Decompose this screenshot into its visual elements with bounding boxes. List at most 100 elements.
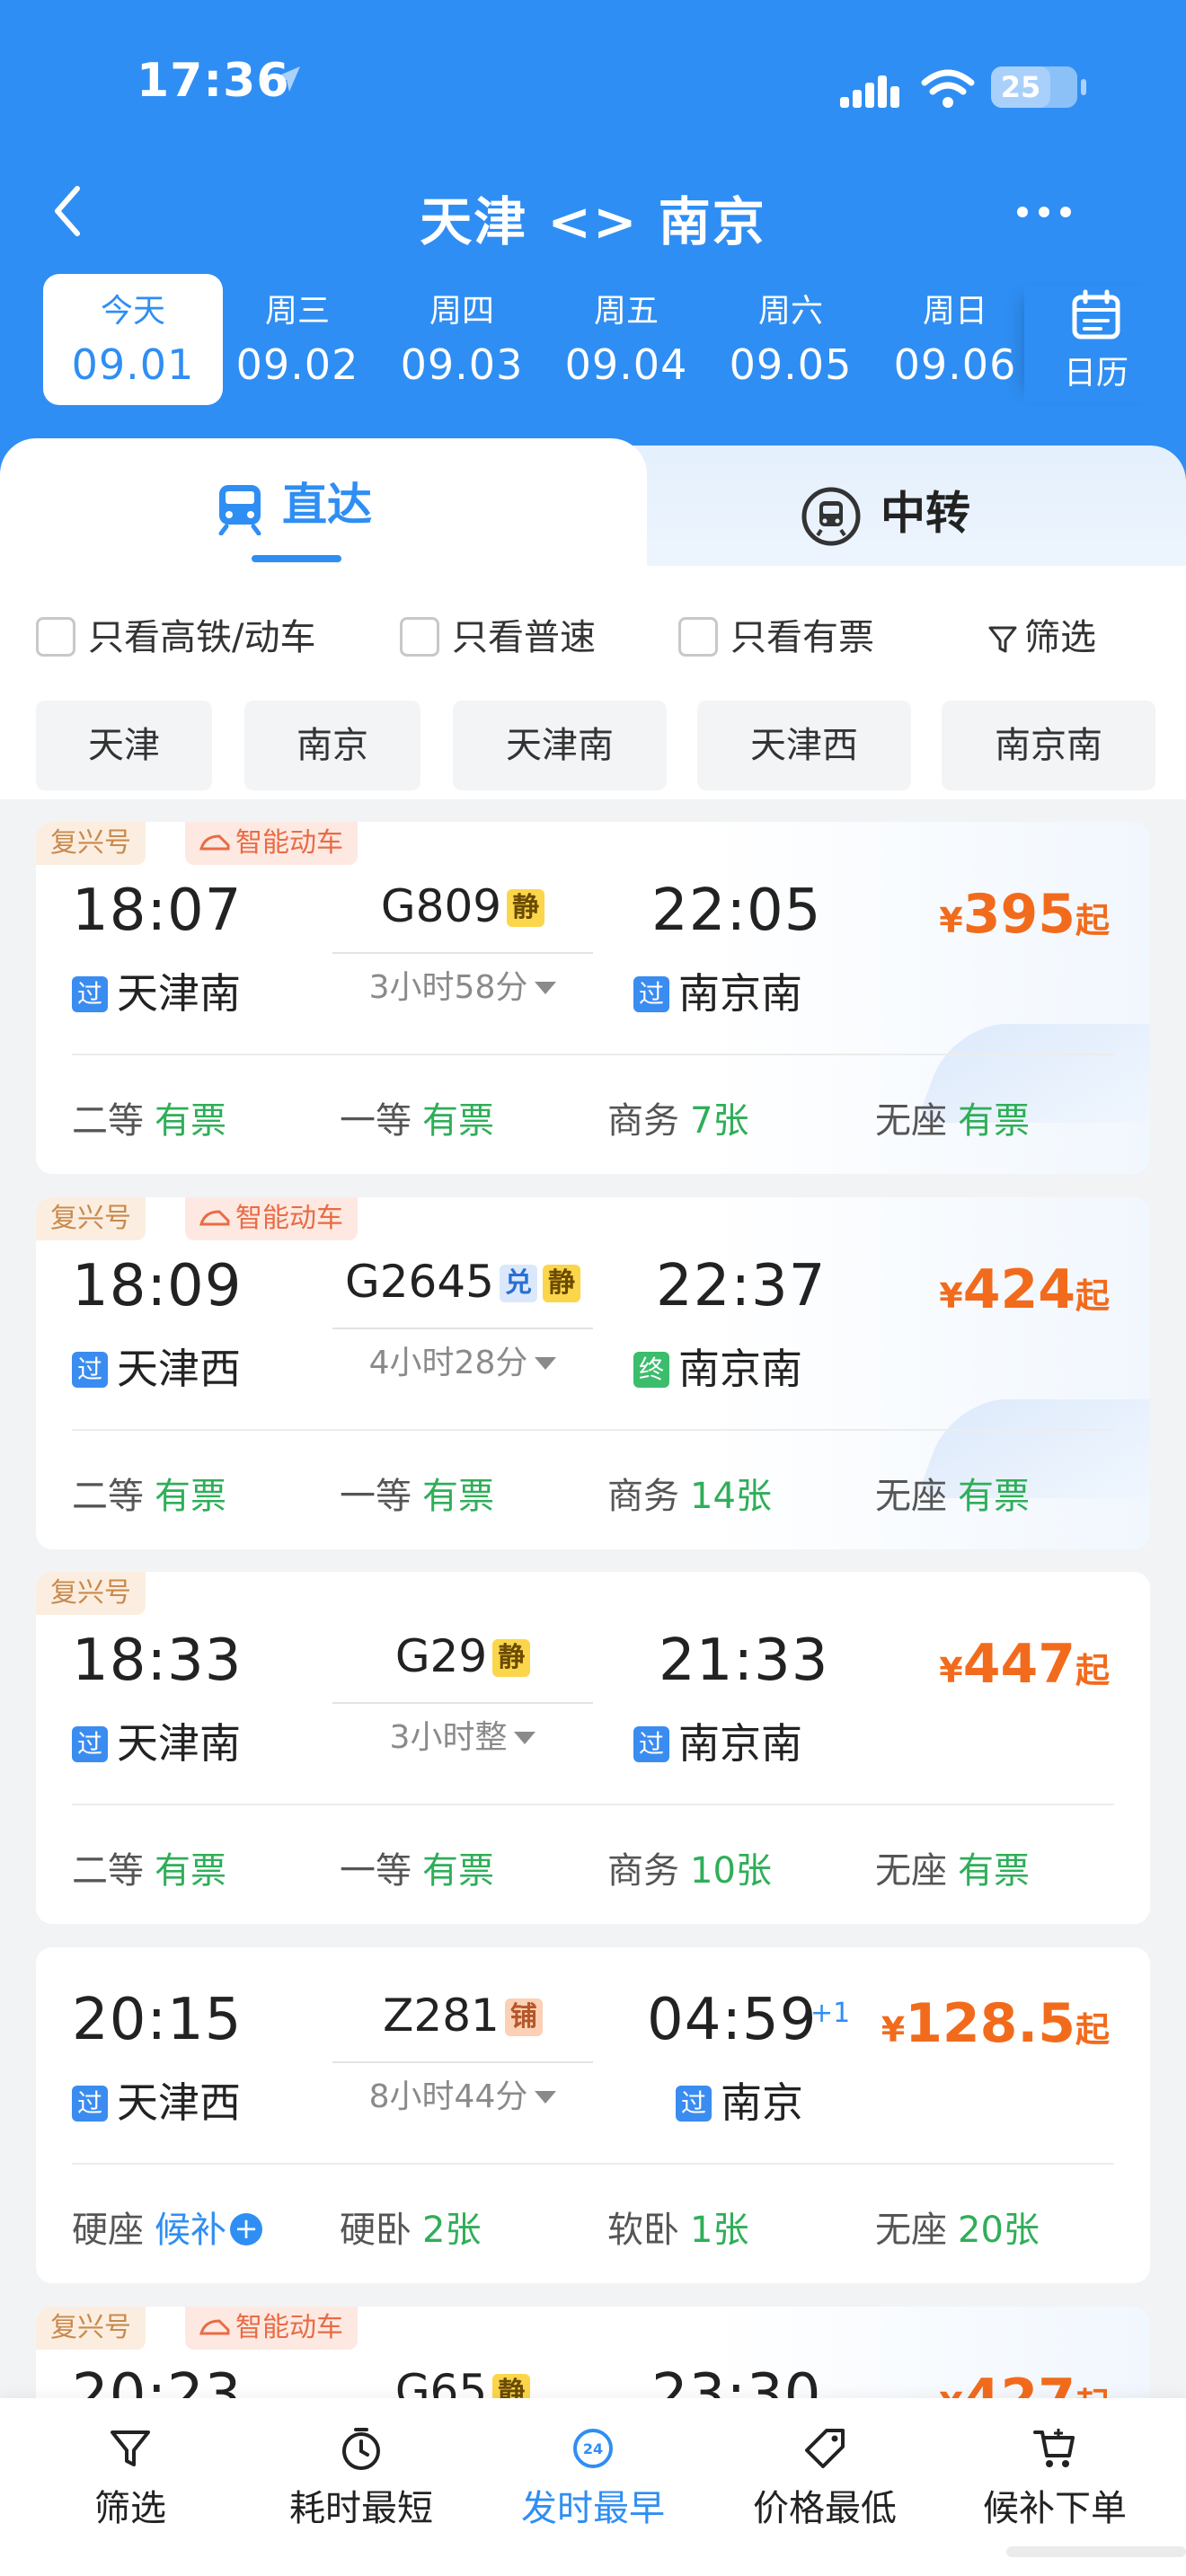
arrival-station: 过南京	[676, 2070, 803, 2130]
status-time: 17:36	[137, 54, 290, 108]
arrival-time: 21:33	[659, 1628, 829, 1694]
date-item[interactable]: 周三 09.02	[208, 274, 387, 405]
bottom-filter-label: 筛选	[94, 2488, 166, 2529]
seat-class: 商务	[607, 1850, 679, 1892]
normal-only-label: 只看普速	[452, 617, 596, 658]
arrival-time: 04:59	[647, 1987, 818, 2053]
header-bar: 17:36 25 天津 <> 南京 今天 09.01 周三 09.02 周四 0…	[0, 0, 1186, 503]
date-item-today[interactable]: 今天 09.01	[43, 274, 223, 405]
seat-info: 一等 有票	[340, 1841, 494, 1893]
sort-earliest-button[interactable]: 24 发时最早	[494, 2425, 692, 2531]
smart-emu-label: 智能动车	[235, 2312, 343, 2343]
station-chip[interactable]: 天津南	[453, 701, 667, 790]
page-title: 天津 <> 南京	[420, 191, 766, 252]
seat-info[interactable]: 硬座 候补 +	[72, 2201, 262, 2253]
seat-class: 无座	[875, 1850, 947, 1892]
calendar-button[interactable]: 日历	[1024, 286, 1168, 402]
train-card[interactable]: 20:15 Z281 铺 8小时44分 04:59 +1 ¥128.5起 过天津西…	[36, 1947, 1150, 2283]
more-icon[interactable]	[1015, 205, 1073, 219]
seat-info: 无座 20张	[875, 2201, 1040, 2253]
departure-time: 18:33	[72, 1628, 243, 1694]
caret-down-icon	[535, 1357, 557, 1370]
caret-down-icon	[514, 1732, 536, 1744]
station-name: 南京南	[678, 1719, 802, 1768]
date-value: 09.05	[729, 340, 853, 389]
date-item[interactable]: 周五 09.04	[536, 274, 716, 405]
currency-symbol: ¥	[939, 1276, 963, 1316]
bottom-filter-button[interactable]: 筛选	[31, 2425, 229, 2531]
seat-availability: 有票	[422, 1476, 494, 1517]
departure-time: 18:09	[72, 1253, 243, 1319]
departure-time: 18:07	[72, 878, 243, 944]
divider	[72, 1804, 1114, 1805]
sort-shortest-button[interactable]: 耗时最短	[262, 2425, 460, 2531]
train-card[interactable]: 复兴号 智能动车 18:09 G2645 兑静 4小时28分 22:37 ¥424…	[36, 1197, 1150, 1549]
station-name: 南京南	[678, 969, 802, 1018]
duration-text: 3小时58分	[368, 969, 528, 1006]
seat-class: 二等	[72, 1100, 144, 1142]
station-chip[interactable]: 南京	[244, 701, 420, 790]
tab-transfer[interactable]: 中转	[575, 446, 1186, 573]
duration[interactable]: 4小时28分	[332, 1328, 593, 1383]
hs-only-checkbox[interactable]: 只看高铁/动车	[36, 611, 315, 665]
seat-class: 一等	[340, 1850, 412, 1892]
smart-train-icon	[199, 1209, 230, 1225]
departure-station: 过天津南	[72, 1711, 241, 1770]
price-value: 447	[962, 1633, 1075, 1696]
sort-earliest-label: 发时最早	[521, 2488, 665, 2529]
waitlist-order-button[interactable]: 候补下单	[956, 2425, 1154, 2531]
pass-badge: 过	[72, 1352, 108, 1388]
seat-availability: 有票	[958, 1100, 1030, 1142]
train-card[interactable]: 复兴号 18:33 G29 静 3小时整 21:33 ¥447起 过天津南 过南京…	[36, 1572, 1150, 1924]
stopwatch-icon	[342, 2428, 380, 2470]
station-chip[interactable]: 南京南	[942, 701, 1155, 790]
station-chip[interactable]: 天津	[36, 701, 212, 790]
station-chip[interactable]: 天津西	[697, 701, 911, 790]
arrival-station: 过南京南	[633, 1711, 802, 1770]
seat-class: 二等	[72, 1850, 144, 1892]
funnel-icon	[111, 2430, 150, 2466]
caret-down-icon	[535, 982, 557, 994]
duration[interactable]: 8小时44分	[332, 2061, 593, 2117]
pass-badge: 过	[72, 1726, 108, 1762]
tab-transfer-content: 中转	[800, 485, 970, 546]
add-waitlist-icon[interactable]: +	[230, 2213, 262, 2245]
station-name: 南京南	[678, 1345, 802, 1393]
price: ¥128.5起	[881, 1992, 1110, 2055]
screen-button[interactable]: 筛选	[987, 611, 1096, 665]
fuxing-tag: 复兴号	[36, 822, 146, 865]
duration[interactable]: 3小时58分	[332, 952, 593, 1008]
divider	[72, 2163, 1114, 2165]
seat-info: 软卧 1张	[607, 2201, 748, 2253]
smart-emu-tag: 智能动车	[185, 2307, 358, 2350]
seat-info: 硬卧 2张	[340, 2201, 481, 2253]
quiet-badge: 静	[492, 1639, 531, 1677]
tab-direct[interactable]: 直达	[0, 438, 647, 573]
sort-cheapest-button[interactable]: 价格最低	[726, 2425, 924, 2531]
date-weekday: 周六	[757, 293, 823, 330]
seat-availability: 有票	[422, 1100, 494, 1142]
date-item[interactable]: 周六 09.05	[701, 274, 881, 405]
seat-info: 二等 有票	[72, 1467, 226, 1519]
seat-availability: 1张	[690, 2210, 749, 2251]
seat-availability: 10张	[690, 1850, 772, 1892]
seat-info: 二等 有票	[72, 1841, 226, 1893]
pass-badge: 过	[72, 976, 108, 1012]
cart-icon	[1033, 2429, 1075, 2467]
signal-icon	[840, 75, 899, 108]
duration[interactable]: 3小时整	[332, 1702, 593, 1758]
battery-level: 25	[991, 66, 1050, 108]
sort-shortest-label: 耗时最短	[289, 2488, 433, 2529]
train-number: G29	[394, 1630, 488, 1682]
normal-only-checkbox[interactable]: 只看普速	[400, 611, 596, 665]
smart-emu-tag: 智能动车	[185, 1197, 358, 1240]
train-card[interactable]: 复兴号 智能动车 18:07 G809 静 3小时58分 22:05 ¥395起 …	[36, 822, 1150, 1174]
arrival-station: 过南京南	[633, 961, 802, 1020]
date-item[interactable]: 周四 09.03	[372, 274, 552, 405]
date-item[interactable]: 周日 09.06	[865, 274, 1045, 405]
seat-availability: 有票	[422, 1850, 494, 1892]
home-indicator	[1006, 2546, 1186, 2557]
waitlist-status: 候补	[155, 2210, 226, 2251]
fuxing-tag: 复兴号	[36, 1197, 146, 1240]
available-only-checkbox[interactable]: 只看有票	[678, 611, 874, 665]
